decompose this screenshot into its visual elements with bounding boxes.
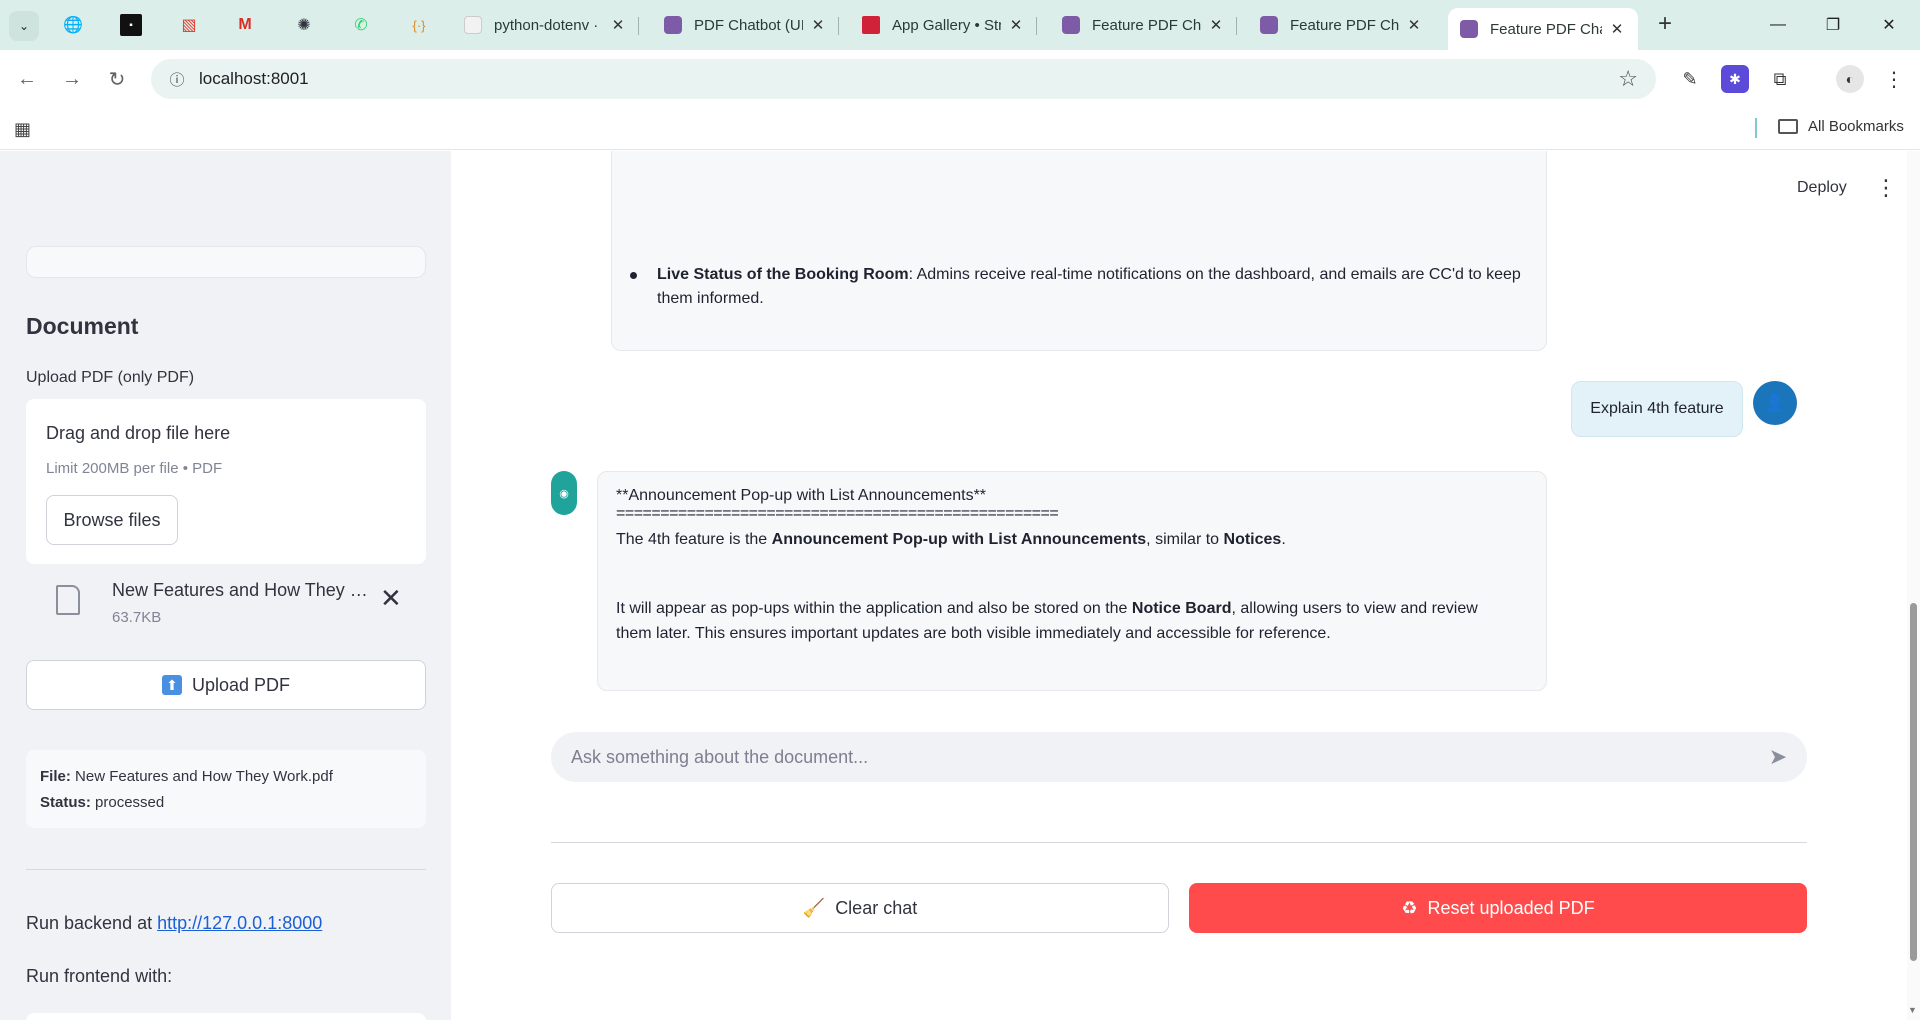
tab-search-chevron-icon[interactable]: ⌄ xyxy=(9,11,39,41)
browser-tabstrip: ⌄ 🌐 ▪ ▧ M ✺ ✆ {·} python-dotenv · ✕ PDF … xyxy=(0,0,1920,50)
tab-feature-pdf-2[interactable]: Feature PDF Cha ✕ xyxy=(1248,8,1435,42)
url-text[interactable]: localhost:8001 xyxy=(199,69,309,89)
tab-close-icon[interactable]: ✕ xyxy=(809,16,827,34)
apps-grid-icon[interactable]: ▦ xyxy=(14,119,31,140)
tab-python-dotenv[interactable]: python-dotenv · ✕ xyxy=(452,8,639,42)
send-icon[interactable]: ➤ xyxy=(1763,743,1793,771)
pinned-tab-app-icon[interactable]: ▧ xyxy=(178,14,200,36)
uploaded-file-size: 63.7KB xyxy=(112,609,162,626)
tab-close-icon[interactable]: ✕ xyxy=(1207,16,1225,34)
minimize-icon[interactable]: — xyxy=(1755,10,1801,40)
browse-files-button[interactable]: Browse files xyxy=(46,495,178,545)
remove-file-icon[interactable]: ✕ xyxy=(380,583,402,614)
run-backend-text: Run backend at http://127.0.0.1:8000 xyxy=(26,913,323,933)
tab-pdf-chatbot-ui[interactable]: PDF Chatbot (UI) ✕ xyxy=(652,8,839,42)
sidebar-section-title: Document xyxy=(26,313,139,339)
upload-pdf-button[interactable]: ⬆ Upload PDF xyxy=(26,660,426,710)
upload-label: Upload PDF (only PDF) xyxy=(26,369,195,386)
pinned-tab-terminal-icon[interactable]: ▪ xyxy=(120,14,142,36)
extension-icon[interactable]: ✱ xyxy=(1721,65,1749,93)
site-info-icon[interactable]: ⓘ xyxy=(159,69,195,90)
profile-avatar[interactable]: ◐ xyxy=(1836,65,1864,93)
code-block xyxy=(26,1013,426,1020)
sidebar: Document Upload PDF (only PDF) Drag and … xyxy=(0,151,451,1020)
browser-toolbar: ← → ↻ ⓘ localhost:8001 ☆ ✎ ✱ ⧉ ◐ ⋮ xyxy=(0,50,1920,108)
clear-chat-button[interactable]: 🧹 Clear chat xyxy=(551,883,1169,933)
chat-input[interactable] xyxy=(571,732,1741,782)
chat-input-container: ➤ xyxy=(551,732,1807,782)
browser-menu-icon[interactable]: ⋮ xyxy=(1880,65,1908,93)
uploaded-file-name: New Features and How They Work.pdf xyxy=(112,580,374,600)
backend-url-link[interactable]: http://127.0.0.1:8000 xyxy=(157,913,322,933)
extensions-puzzle-icon[interactable]: ⧉ xyxy=(1766,65,1794,93)
folder-icon xyxy=(1778,119,1798,134)
dropzone-title: Drag and drop file here xyxy=(46,423,231,443)
assistant-message: **Announcement Pop-up with List Announce… xyxy=(597,471,1547,691)
tab-close-icon[interactable]: ✕ xyxy=(1405,16,1423,34)
uploaded-file-item: New Features and How They Work.pdf 63.7K… xyxy=(26,571,426,635)
address-bar[interactable]: ⓘ localhost:8001 ☆ xyxy=(151,59,1656,99)
new-tab-button[interactable]: + xyxy=(1652,12,1678,38)
scrollbar-thumb[interactable] xyxy=(1910,603,1917,961)
restore-icon[interactable]: ❐ xyxy=(1810,10,1856,40)
tab-close-icon[interactable]: ✕ xyxy=(1608,20,1626,38)
sidebar-collapsed-panel xyxy=(26,246,426,278)
assistant-message-previous: Live Status of the Booking Room: Admins … xyxy=(611,151,1547,351)
globe-icon[interactable]: 🌐 xyxy=(62,14,84,36)
broom-icon: 🧹 xyxy=(802,897,826,918)
reset-pdf-button[interactable]: ♻ Reset uploaded PDF xyxy=(1189,883,1807,933)
json-tool-icon[interactable]: {·} xyxy=(408,14,430,36)
bookmarks-bar: ▦ All Bookmarks xyxy=(0,108,1920,150)
window-close-icon[interactable]: ✕ xyxy=(1866,10,1912,40)
file-dropzone[interactable]: Drag and drop file here Limit 200MB per … xyxy=(26,399,426,564)
app-favicon-icon xyxy=(664,16,682,34)
main-divider xyxy=(551,842,1807,843)
bullet-dot xyxy=(630,272,637,279)
streamlit-favicon-icon xyxy=(862,16,880,34)
deploy-button[interactable]: Deploy xyxy=(1797,179,1847,197)
upload-arrow-icon: ⬆ xyxy=(161,675,182,695)
user-avatar-icon: 👤 xyxy=(1753,381,1797,425)
tab-feature-pdf-active[interactable]: Feature PDF Cha ✕ xyxy=(1448,8,1638,50)
dropzone-limit: Limit 200MB per file • PDF xyxy=(46,460,223,477)
file-status-box: File: New Features and How They Work.pdf… xyxy=(26,750,426,828)
file-icon xyxy=(56,585,80,615)
main-content: Deploy ⋮ Live Status of the Booking Room… xyxy=(451,151,1920,1020)
bookmark-star-icon[interactable]: ☆ xyxy=(1618,66,1638,92)
all-bookmarks-button[interactable]: All Bookmarks xyxy=(1778,118,1904,135)
whatsapp-icon[interactable]: ✆ xyxy=(350,14,372,36)
back-icon[interactable]: ← xyxy=(10,62,44,96)
document-favicon-icon xyxy=(464,16,482,34)
tab-close-icon[interactable]: ✕ xyxy=(609,16,627,34)
chatgpt-icon[interactable]: ✺ xyxy=(293,14,315,36)
tab-feature-pdf-1[interactable]: Feature PDF Cha ✕ xyxy=(1050,8,1237,42)
tab-close-icon[interactable]: ✕ xyxy=(1007,16,1025,34)
run-frontend-text: Run frontend with: xyxy=(26,966,173,986)
status-value: processed xyxy=(95,794,165,811)
tab-app-gallery[interactable]: App Gallery • Str ✕ xyxy=(850,8,1037,42)
app-favicon-icon xyxy=(1062,16,1080,34)
reload-icon[interactable]: ↻ xyxy=(100,62,134,96)
app-menu-icon[interactable]: ⋮ xyxy=(1875,175,1897,201)
app-favicon-icon xyxy=(1260,16,1278,34)
recycle-icon: ♻ xyxy=(1401,897,1418,918)
sidebar-divider xyxy=(26,869,426,870)
forward-icon[interactable]: → xyxy=(55,62,89,96)
bullet-text: Live Status of the Booking Room: Admins … xyxy=(657,266,1521,307)
user-message: Explain 4th feature xyxy=(1571,381,1743,437)
eyedropper-extension-icon[interactable]: ✎ xyxy=(1676,65,1704,93)
scroll-down-arrow-icon[interactable]: ▼ xyxy=(1908,1005,1917,1015)
gmail-icon[interactable]: M xyxy=(234,14,256,36)
assistant-avatar-icon: ◉ xyxy=(551,471,577,515)
app-favicon-icon xyxy=(1460,20,1478,38)
